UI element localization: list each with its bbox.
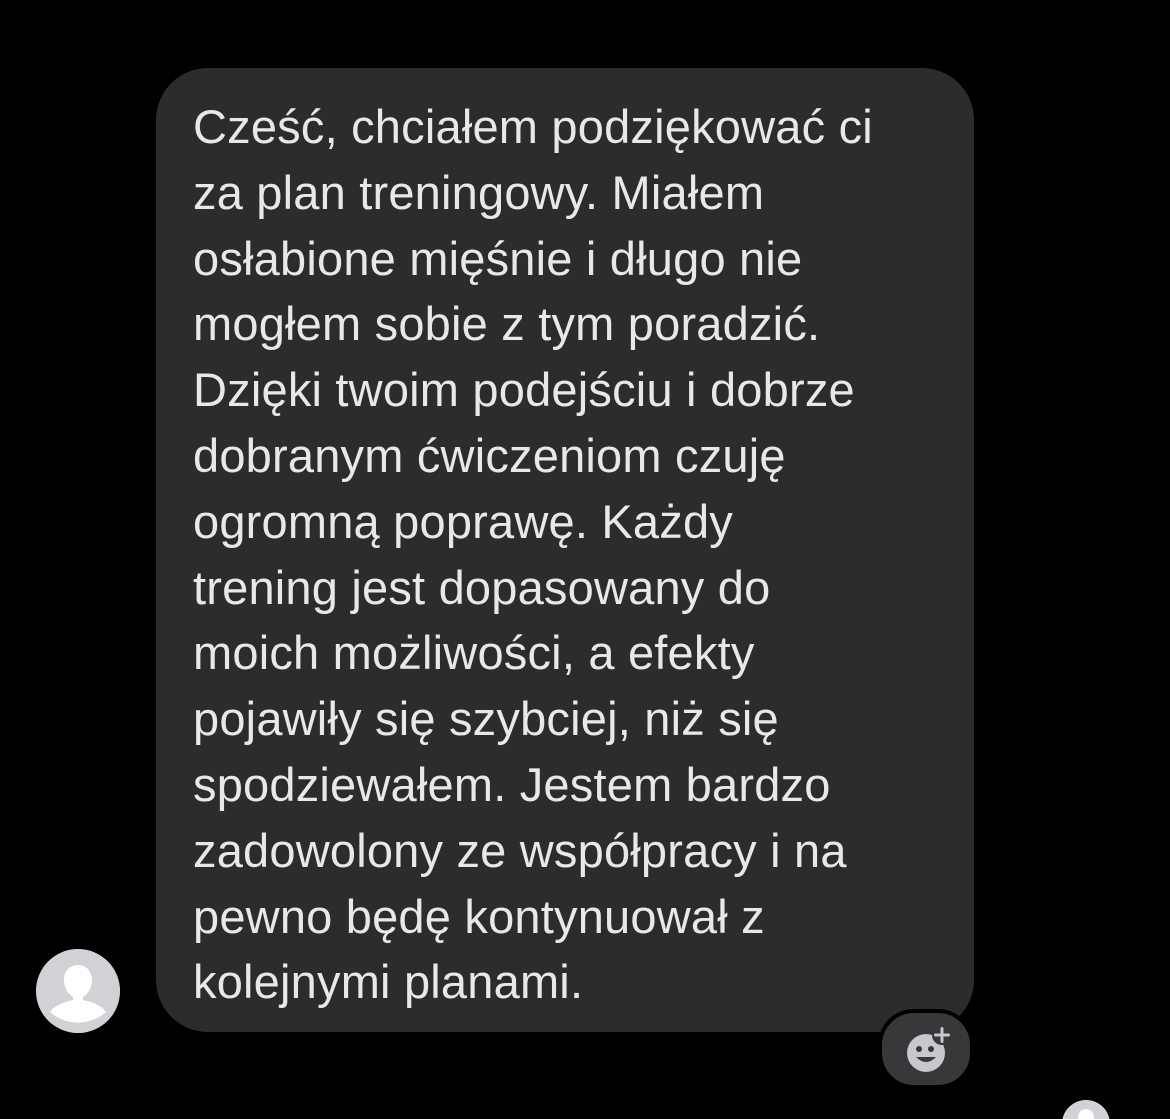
- message-line: pewno będę kontynuował z: [193, 889, 765, 943]
- message-line: kolejnymi planami.: [193, 955, 584, 1009]
- message-bubble[interactable]: Cześć, chciałem podziękować ci za plan t…: [156, 68, 974, 1032]
- message-line: spodziewałem. Jestem bardzo: [193, 757, 831, 811]
- sender-avatar[interactable]: [36, 949, 120, 1033]
- message-text: Cześć, chciałem podziękować ci za plan t…: [193, 94, 944, 1015]
- message-line: Dzięki twoim podejściu i dobrze: [193, 363, 855, 417]
- message-line: mogłem sobie z tym poradzić.: [193, 297, 821, 351]
- message-line: zadowolony ze współpracy i na: [193, 823, 847, 877]
- message-line: Cześć, chciałem podziękować ci: [193, 100, 873, 153]
- message-line: dobranym ćwiczeniom czuję: [193, 428, 786, 482]
- message-line: osłabione mięśnie i długo nie: [193, 231, 803, 285]
- person-silhouette-icon: [36, 949, 120, 1033]
- add-reaction-button[interactable]: [878, 1009, 974, 1089]
- message-line: ogromną poprawę. Każdy: [193, 494, 733, 548]
- message-line: moich możliwości, a efekty: [193, 626, 755, 680]
- read-receipt-avatar: [1062, 1100, 1110, 1119]
- chat-screen: Cześć, chciałem podziękować ci za plan t…: [0, 0, 1170, 1119]
- person-silhouette-icon: [1062, 1100, 1110, 1119]
- message-line: pojawiły się szybciej, niż się: [193, 692, 779, 746]
- message-line: za plan treningowy. Miałem: [193, 165, 765, 219]
- message-line: trening jest dopasowany do: [193, 560, 771, 614]
- add-reaction-icon: [907, 1025, 952, 1072]
